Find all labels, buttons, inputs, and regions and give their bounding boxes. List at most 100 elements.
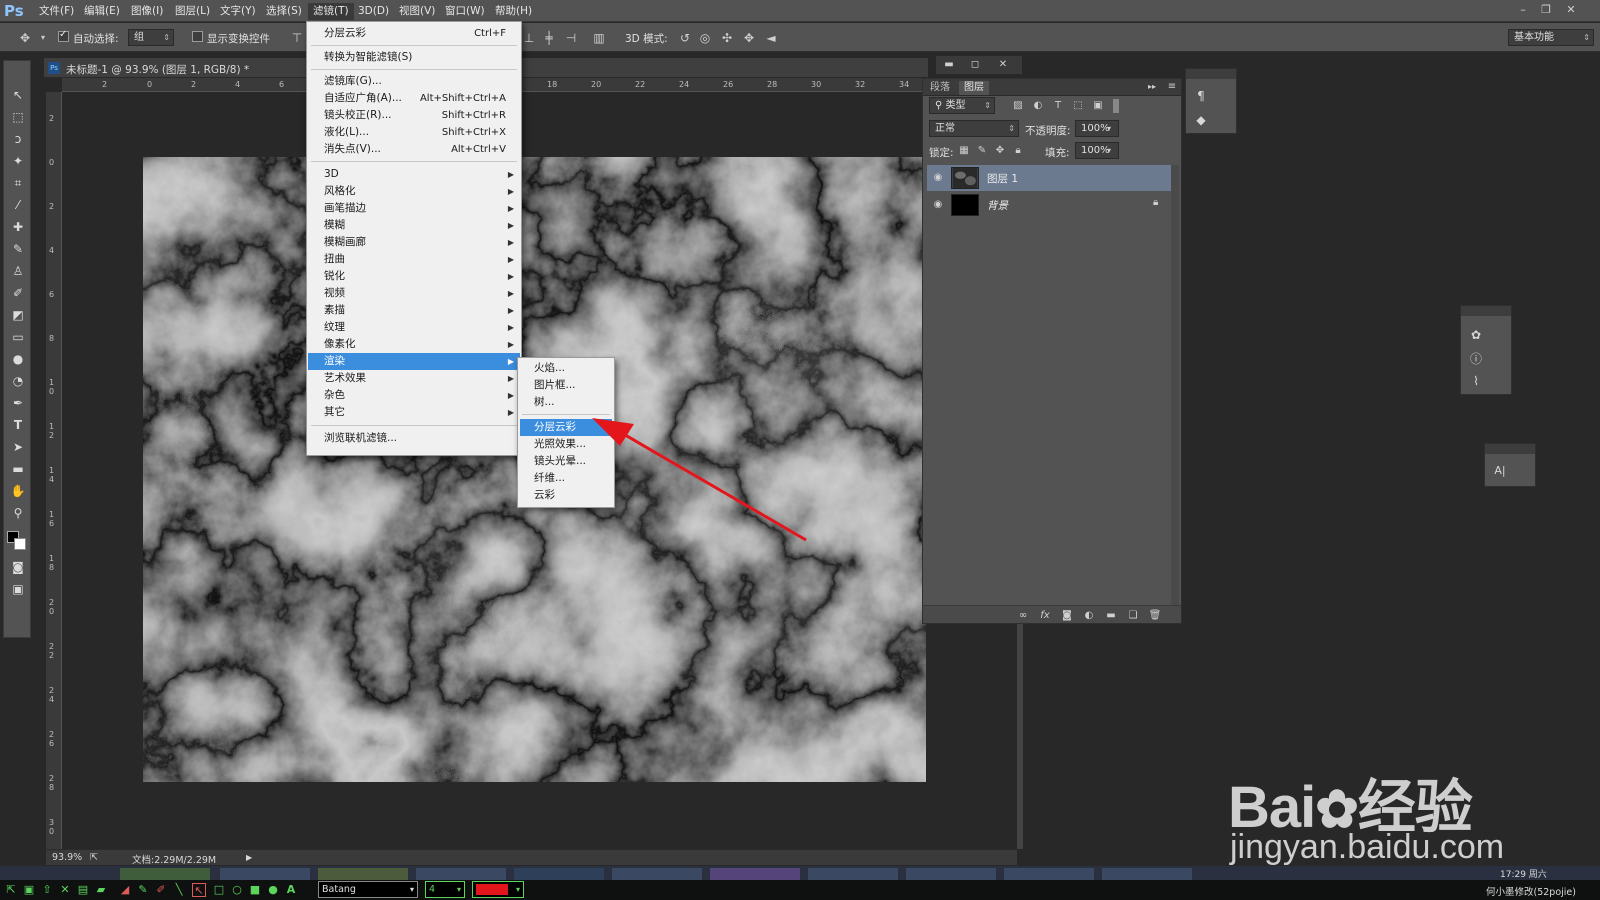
line-icon[interactable]: ╲: [172, 883, 186, 897]
path-icon[interactable]: ⌇: [1467, 372, 1485, 390]
lock-position-icon[interactable]: ✥: [993, 144, 1007, 158]
menu-help[interactable]: 帮助(H): [490, 3, 537, 20]
trash-icon[interactable]: 🗑︎: [1147, 609, 1163, 623]
menu-flame[interactable]: 火焰...: [520, 360, 612, 377]
text-tool-icon[interactable]: A: [284, 883, 298, 897]
align-center-icon[interactable]: ╪: [540, 29, 558, 47]
taskbar-button[interactable]: [612, 868, 702, 880]
rectangle-icon[interactable]: □: [212, 883, 226, 897]
menu-edit[interactable]: 编辑(E): [79, 3, 125, 20]
menu-view[interactable]: 视图(V): [394, 3, 440, 20]
taskbar-button[interactable]: [220, 868, 310, 880]
brush-tool-icon[interactable]: ✎: [8, 239, 28, 259]
workspace-dropdown[interactable]: 基本功能 ⇕: [1508, 29, 1594, 46]
menu-brush-strokes[interactable]: 画笔描边 ▶: [308, 200, 520, 217]
fx-icon[interactable]: fx: [1037, 609, 1053, 623]
color-select[interactable]: ▾: [472, 881, 524, 898]
filled-ellipse-icon[interactable]: ●: [266, 883, 280, 897]
move-tool-icon[interactable]: ↖: [8, 85, 28, 105]
new-group-icon[interactable]: ▬: [1103, 609, 1119, 623]
tool-preset-dropdown-icon[interactable]: ▾: [34, 29, 52, 47]
taskbar-button[interactable]: [318, 868, 408, 880]
paragraph-icon[interactable]: ¶: [1192, 87, 1210, 105]
filled-rectangle-icon[interactable]: ■: [248, 883, 262, 897]
save-icon[interactable]: ▤: [76, 883, 90, 897]
blur-tool-icon[interactable]: ●: [8, 349, 28, 369]
auto-align-icon[interactable]: ▥: [590, 29, 608, 47]
menu-convert-smart-filter[interactable]: 转换为智能滤镜(S): [308, 49, 520, 66]
font-select[interactable]: Batang ▾: [318, 881, 418, 898]
add-mask-icon[interactable]: ◙: [1059, 609, 1075, 623]
menu-noise[interactable]: 杂色 ▶: [308, 387, 520, 404]
filter-adjust-icon[interactable]: ◐: [1031, 99, 1045, 113]
info-icon[interactable]: ⓘ: [1467, 350, 1485, 368]
taskbar-button[interactable]: [906, 868, 996, 880]
menu-filter[interactable]: 滤镜(T): [308, 3, 354, 20]
lock-all-icon[interactable]: 🔒︎: [1011, 144, 1025, 158]
eraser-icon[interactable]: ◢: [118, 883, 132, 897]
select-tool-icon[interactable]: ⇱: [4, 883, 18, 897]
screen-mode-icon[interactable]: ▣: [8, 579, 28, 599]
slide-3d-icon[interactable]: ✥: [740, 29, 758, 47]
layers-icon[interactable]: ◆: [1192, 111, 1210, 129]
healing-brush-icon[interactable]: ✚: [8, 217, 28, 237]
new-layer-icon[interactable]: ❏: [1125, 609, 1141, 623]
lasso-tool-icon[interactable]: ↄ: [8, 129, 28, 149]
taskbar-button[interactable]: [710, 868, 800, 880]
quick-mask-icon[interactable]: ◙: [8, 557, 28, 577]
menu-liquify[interactable]: 液化(L)... Shift+Ctrl+X: [308, 124, 520, 141]
taskbar-button[interactable]: [808, 868, 898, 880]
menu-sharpen[interactable]: 锐化 ▶: [308, 268, 520, 285]
gradient-tool-icon[interactable]: ▭: [8, 327, 28, 347]
menu-tree[interactable]: 树...: [520, 394, 612, 411]
magic-wand-icon[interactable]: ✦: [8, 151, 28, 171]
layer-name[interactable]: 图层 1: [987, 171, 1018, 186]
menu-video[interactable]: 视频 ▶: [308, 285, 520, 302]
move-tool-icon[interactable]: ✥: [16, 29, 34, 47]
menu-layer[interactable]: 图层(L): [170, 3, 215, 20]
menu-3d[interactable]: 3D ▶: [308, 166, 520, 183]
collapse-icon[interactable]: ▸▸: [1145, 80, 1159, 94]
background-color-swatch[interactable]: [14, 538, 26, 550]
restore-icon[interactable]: ❐: [1537, 2, 1555, 18]
shape-tool-icon[interactable]: ▬: [8, 459, 28, 479]
taskbar-button[interactable]: [120, 868, 210, 880]
menu-lens-correction[interactable]: 镜头校正(R)... Shift+Ctrl+R: [308, 107, 520, 124]
layer-row-background[interactable]: ◉ 背景 🔒︎: [927, 192, 1171, 218]
menu-distort[interactable]: 扭曲 ▶: [308, 251, 520, 268]
taskbar-button[interactable]: [1102, 868, 1192, 880]
lock-transparency-icon[interactable]: ▦: [957, 144, 971, 158]
character-icon[interactable]: A|: [1491, 462, 1509, 480]
minimize-icon[interactable]: –: [1514, 2, 1532, 18]
link-layers-icon[interactable]: ∞: [1015, 609, 1031, 623]
frame-icon[interactable]: ▣: [22, 883, 36, 897]
filter-shape-icon[interactable]: ⬚: [1071, 99, 1085, 113]
filter-toggle[interactable]: [1113, 99, 1119, 113]
menu-vanishing-point[interactable]: 消失点(V)... Alt+Ctrl+V: [308, 141, 520, 158]
highlighter-icon[interactable]: ✐: [154, 883, 168, 897]
stamp-tool-icon[interactable]: ♙: [8, 261, 28, 281]
zoom-level[interactable]: 93.9%: [52, 852, 82, 863]
folder-icon[interactable]: ▰: [94, 883, 108, 897]
drag-3d-icon[interactable]: ✣: [718, 29, 736, 47]
minimize-icon[interactable]: ▬: [942, 58, 956, 72]
layer-row-layer1[interactable]: ◉ 图层 1: [927, 165, 1171, 191]
menu-picture-frame[interactable]: 图片框...: [520, 377, 612, 394]
menu-blur-gallery[interactable]: 模糊画廊 ▶: [308, 234, 520, 251]
tab-paragraph[interactable]: 段落: [925, 81, 955, 95]
eye-icon[interactable]: ◉: [931, 198, 945, 212]
menu-other[interactable]: 其它 ▶: [308, 404, 520, 421]
color-icon[interactable]: ✿: [1467, 326, 1485, 344]
menu-browse-online-filters[interactable]: 浏览联机滤镜...: [308, 430, 520, 447]
menu-stylize[interactable]: 风格化 ▶: [308, 183, 520, 200]
zoom-tool-icon[interactable]: ⚲: [8, 503, 28, 523]
taskbar-button[interactable]: [514, 868, 604, 880]
restore-icon[interactable]: ◻: [968, 58, 982, 72]
menu-last-filter[interactable]: 分层云彩 Ctrl+F: [308, 25, 520, 42]
close-icon[interactable]: ✕: [58, 883, 72, 897]
marquee-tool-icon[interactable]: ⬚: [8, 107, 28, 127]
layer-name[interactable]: 背景: [987, 198, 1008, 213]
type-tool-icon[interactable]: T: [8, 415, 28, 435]
chevron-down-icon[interactable]: ▾: [1102, 144, 1116, 158]
menu-sketch[interactable]: 素描 ▶: [308, 302, 520, 319]
